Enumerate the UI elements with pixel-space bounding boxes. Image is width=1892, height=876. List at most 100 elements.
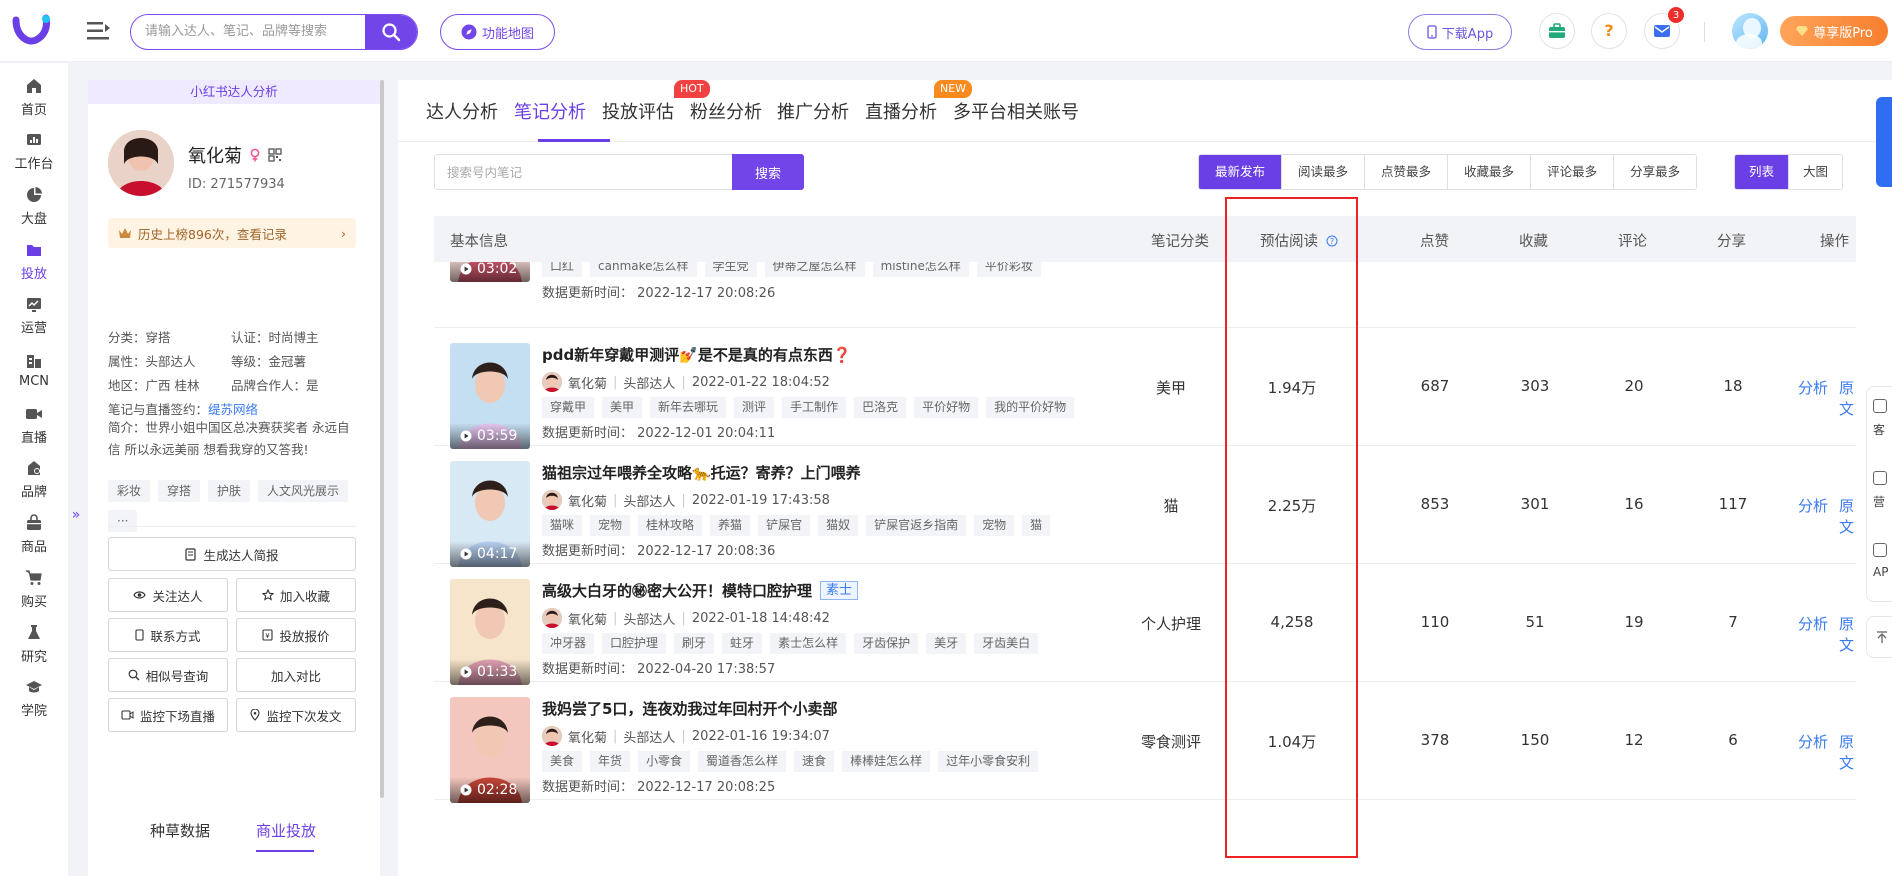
original-link[interactable]: 原文	[1839, 495, 1856, 537]
analyze-link[interactable]: 分析	[1798, 731, 1828, 752]
global-search-input[interactable]	[145, 15, 365, 48]
col-est-reads[interactable]: 预估阅读 ?	[1260, 230, 1338, 251]
note-thumbnail[interactable]: 02:28	[450, 697, 530, 803]
menu-toggle-icon[interactable]	[86, 20, 112, 42]
note-tag[interactable]: 小零食	[638, 751, 691, 772]
note-tag[interactable]: 宠物	[974, 515, 1015, 536]
note-tag[interactable]: 新年去哪玩	[650, 397, 727, 418]
sidebar-item-workbench[interactable]: 工作台	[0, 121, 68, 183]
download-app-button[interactable]: 下载App	[1408, 14, 1512, 50]
tab-4[interactable]: 推广分析	[777, 98, 849, 124]
analyze-link[interactable]: 分析	[1798, 377, 1828, 398]
note-tag[interactable]: 棒棒娃怎么样	[842, 751, 931, 772]
follow-influencer-button[interactable]: 关注达人	[108, 578, 228, 612]
float-service-item[interactable]: 客	[1873, 399, 1887, 438]
add-favorite-button[interactable]: 加入收藏	[236, 578, 356, 612]
sidebar-item-bag[interactable]: 商品	[0, 504, 68, 566]
note-tag[interactable]: 蜀道香怎么样	[698, 751, 787, 772]
history-ranking-link[interactable]: 历史上榜896次，查看记录 ›	[108, 218, 356, 248]
sidebar-item-folder[interactable]: 投放	[0, 230, 68, 292]
note-tag[interactable]: 过年小零食安利	[938, 751, 1039, 772]
monitor-live-button[interactable]: 监控下场直播	[108, 698, 228, 732]
agency-link[interactable]: 缇苏网络	[208, 402, 258, 417]
note-tag[interactable]: 刷牙	[674, 633, 715, 654]
note-tag[interactable]: 牙齿美白	[974, 633, 1039, 654]
sidebar-item-cap[interactable]: 学院	[0, 668, 68, 730]
note-thumbnail[interactable]: 03:02	[450, 262, 530, 282]
note-tag[interactable]: 猫咪	[542, 515, 583, 536]
app-logo[interactable]	[12, 14, 52, 46]
tab-commercial-ads[interactable]: 商业投放	[256, 820, 316, 841]
note-tag[interactable]: 猫	[1022, 515, 1051, 536]
original-link[interactable]: 原文	[1839, 613, 1856, 655]
note-title[interactable]: 猫祖宗过年喂养全攻略🐆托运？寄养？上门喂养	[542, 462, 861, 483]
note-tag[interactable]: 美食	[542, 751, 583, 772]
note-thumbnail[interactable]: 04:17	[450, 461, 530, 567]
note-tag[interactable]: 年货	[590, 751, 631, 772]
help-button[interactable]: ?	[1591, 13, 1627, 49]
expand-panel-icon[interactable]: »	[68, 500, 84, 530]
monitor-post-button[interactable]: 监控下次发文	[236, 698, 356, 732]
note-title[interactable]: pdd新年穿戴甲测评💅是不是真的有点东西❓	[542, 344, 852, 365]
sort-option[interactable]: 分享最多	[1613, 155, 1697, 189]
note-tag[interactable]: 平价彩妆	[976, 262, 1041, 277]
original-link[interactable]: 原文	[1839, 731, 1856, 773]
analyze-link[interactable]: 分析	[1798, 495, 1828, 516]
sidebar-item-brand[interactable]: 品牌	[0, 449, 68, 511]
toolbox-button[interactable]	[1539, 13, 1575, 49]
tab-3[interactable]: 粉丝分析	[690, 98, 762, 124]
ad-quote-button[interactable]: ¥ 投放报价	[236, 618, 356, 652]
note-tag[interactable]: 平价好物	[914, 397, 979, 418]
tab-0[interactable]: 达人分析	[426, 98, 498, 124]
sort-option[interactable]: 收藏最多	[1447, 155, 1531, 189]
note-tag[interactable]: 铲屎官返乡指南	[866, 515, 967, 536]
side-collapse-tab[interactable]	[1876, 97, 1892, 187]
note-tag[interactable]: 宠物	[590, 515, 631, 536]
note-tag[interactable]: 手工制作	[782, 397, 847, 418]
view-option[interactable]: 大图	[1788, 155, 1843, 189]
influencer-tag[interactable]: ···	[108, 510, 138, 532]
note-tag[interactable]: 穿戴甲	[542, 397, 595, 418]
view-option[interactable]: 列表	[1735, 155, 1789, 189]
sort-option[interactable]: 阅读最多	[1281, 155, 1365, 189]
note-tag[interactable]: 铲屎官	[758, 515, 811, 536]
sort-option[interactable]: 评论最多	[1530, 155, 1614, 189]
note-tag[interactable]: 学生党	[704, 262, 757, 277]
tab-6[interactable]: 多平台相关账号	[953, 98, 1079, 124]
note-tag[interactable]: 冲牙器	[542, 633, 595, 654]
note-tag[interactable]: 巴洛克	[854, 397, 907, 418]
sidebar-item-flask[interactable]: 研究	[0, 613, 68, 675]
note-thumbnail[interactable]: 01:33	[450, 579, 530, 685]
note-tag[interactable]: mistine怎么样	[872, 262, 969, 277]
note-thumbnail[interactable]: 03:59	[450, 343, 530, 449]
float-service-item[interactable]: 营	[1873, 471, 1887, 510]
function-map-button[interactable]: 功能地图	[440, 14, 555, 50]
note-tag[interactable]: 素士怎么样	[770, 633, 847, 654]
note-tag[interactable]: 养猫	[710, 515, 751, 536]
sidebar-item-home[interactable]: 首页	[0, 66, 68, 128]
qrcode-icon[interactable]	[268, 148, 282, 162]
tab-seeding-data[interactable]: 种草数据	[150, 820, 210, 841]
tab-2[interactable]: 投放评估	[602, 98, 674, 124]
sidebar-item-video[interactable]: 直播	[0, 394, 68, 456]
note-title[interactable]: 高级大白牙的㊙密大公开！模特口腔护理 素士	[542, 580, 859, 601]
user-avatar[interactable]	[1732, 13, 1768, 49]
generate-brief-button[interactable]: 生成达人简报	[108, 537, 356, 571]
sidebar-item-cart[interactable]: 购买	[0, 558, 68, 620]
note-title[interactable]: 我妈尝了5口，连夜劝我过年回村开个小卖部	[542, 698, 837, 719]
panel-scrollbar[interactable]	[380, 80, 384, 798]
note-tag[interactable]: 桂林攻略	[638, 515, 703, 536]
float-service-item[interactable]: AP	[1873, 543, 1888, 579]
sidebar-item-trend[interactable]: 运营	[0, 285, 68, 347]
note-tag[interactable]: 蛀牙	[722, 633, 763, 654]
note-tag[interactable]: 伊蒂之屋怎么样	[764, 262, 865, 277]
sort-option[interactable]: 最新发布	[1199, 155, 1282, 189]
note-search-button[interactable]: 搜索	[732, 154, 804, 190]
note-tag[interactable]: 测评	[734, 397, 775, 418]
contact-info-button[interactable]: 联系方式	[108, 618, 228, 652]
note-tag[interactable]: canmake怎么样	[590, 262, 697, 277]
analyze-link[interactable]: 分析	[1798, 613, 1828, 634]
messages-button[interactable]: 3	[1644, 6, 1685, 49]
tab-1[interactable]: 笔记分析	[514, 98, 586, 124]
note-tag[interactable]: 口腔护理	[602, 633, 667, 654]
